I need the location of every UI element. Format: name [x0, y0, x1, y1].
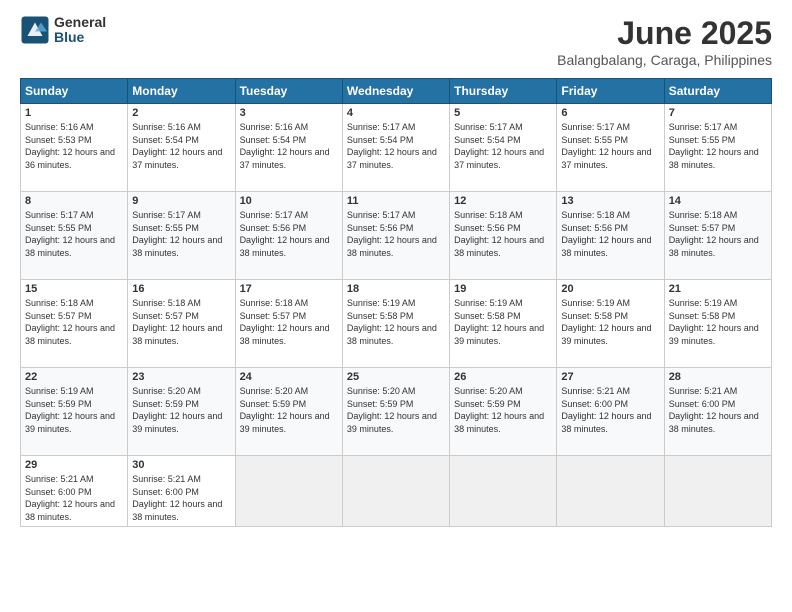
logo-general: General: [54, 15, 106, 30]
table-row: 18 Sunrise: 5:19 AMSunset: 5:58 PMDaylig…: [342, 280, 449, 368]
col-thursday: Thursday: [450, 79, 557, 104]
table-row: 26 Sunrise: 5:20 AMSunset: 5:59 PMDaylig…: [450, 368, 557, 456]
col-saturday: Saturday: [664, 79, 771, 104]
month-title: June 2025: [557, 15, 772, 52]
title-section: June 2025 Balangbalang, Caraga, Philippi…: [557, 15, 772, 68]
header: General Blue June 2025 Balangbalang, Car…: [20, 15, 772, 68]
table-row: 5 Sunrise: 5:17 AMSunset: 5:54 PMDayligh…: [450, 104, 557, 192]
col-sunday: Sunday: [21, 79, 128, 104]
table-row: 22 Sunrise: 5:19 AMSunset: 5:59 PMDaylig…: [21, 368, 128, 456]
table-row: 16 Sunrise: 5:18 AMSunset: 5:57 PMDaylig…: [128, 280, 235, 368]
table-row: 7 Sunrise: 5:17 AMSunset: 5:55 PMDayligh…: [664, 104, 771, 192]
page: General Blue June 2025 Balangbalang, Car…: [0, 0, 792, 612]
col-friday: Friday: [557, 79, 664, 104]
table-row: 30 Sunrise: 5:21 AMSunset: 6:00 PMDaylig…: [128, 456, 235, 527]
table-row: 14 Sunrise: 5:18 AMSunset: 5:57 PMDaylig…: [664, 192, 771, 280]
table-row: [664, 456, 771, 527]
table-row: 9 Sunrise: 5:17 AMSunset: 5:55 PMDayligh…: [128, 192, 235, 280]
table-row: 25 Sunrise: 5:20 AMSunset: 5:59 PMDaylig…: [342, 368, 449, 456]
col-wednesday: Wednesday: [342, 79, 449, 104]
table-row: [557, 456, 664, 527]
logo-blue: Blue: [54, 30, 106, 45]
header-row: Sunday Monday Tuesday Wednesday Thursday…: [21, 79, 772, 104]
table-row: 13 Sunrise: 5:18 AMSunset: 5:56 PMDaylig…: [557, 192, 664, 280]
table-row: 6 Sunrise: 5:17 AMSunset: 5:55 PMDayligh…: [557, 104, 664, 192]
table-row: 20 Sunrise: 5:19 AMSunset: 5:58 PMDaylig…: [557, 280, 664, 368]
table-row: [342, 456, 449, 527]
logo-text: General Blue: [54, 15, 106, 46]
table-row: 2 Sunrise: 5:16 AMSunset: 5:54 PMDayligh…: [128, 104, 235, 192]
table-row: 8 Sunrise: 5:17 AMSunset: 5:55 PMDayligh…: [21, 192, 128, 280]
table-row: 29 Sunrise: 5:21 AMSunset: 6:00 PMDaylig…: [21, 456, 128, 527]
table-row: 11 Sunrise: 5:17 AMSunset: 5:56 PMDaylig…: [342, 192, 449, 280]
calendar-table: Sunday Monday Tuesday Wednesday Thursday…: [20, 78, 772, 527]
table-row: 12 Sunrise: 5:18 AMSunset: 5:56 PMDaylig…: [450, 192, 557, 280]
table-row: 21 Sunrise: 5:19 AMSunset: 5:58 PMDaylig…: [664, 280, 771, 368]
location: Balangbalang, Caraga, Philippines: [557, 52, 772, 68]
table-row: 4 Sunrise: 5:17 AMSunset: 5:54 PMDayligh…: [342, 104, 449, 192]
table-row: 15 Sunrise: 5:18 AMSunset: 5:57 PMDaylig…: [21, 280, 128, 368]
table-row: 28 Sunrise: 5:21 AMSunset: 6:00 PMDaylig…: [664, 368, 771, 456]
col-tuesday: Tuesday: [235, 79, 342, 104]
table-row: 19 Sunrise: 5:19 AMSunset: 5:58 PMDaylig…: [450, 280, 557, 368]
table-row: 23 Sunrise: 5:20 AMSunset: 5:59 PMDaylig…: [128, 368, 235, 456]
logo: General Blue: [20, 15, 106, 46]
table-row: [235, 456, 342, 527]
table-row: 17 Sunrise: 5:18 AMSunset: 5:57 PMDaylig…: [235, 280, 342, 368]
table-row: 24 Sunrise: 5:20 AMSunset: 5:59 PMDaylig…: [235, 368, 342, 456]
logo-icon: [20, 15, 50, 45]
table-row: 27 Sunrise: 5:21 AMSunset: 6:00 PMDaylig…: [557, 368, 664, 456]
col-monday: Monday: [128, 79, 235, 104]
table-row: 3 Sunrise: 5:16 AMSunset: 5:54 PMDayligh…: [235, 104, 342, 192]
table-row: 1 Sunrise: 5:16 AMSunset: 5:53 PMDayligh…: [21, 104, 128, 192]
table-row: 10 Sunrise: 5:17 AMSunset: 5:56 PMDaylig…: [235, 192, 342, 280]
table-row: [450, 456, 557, 527]
